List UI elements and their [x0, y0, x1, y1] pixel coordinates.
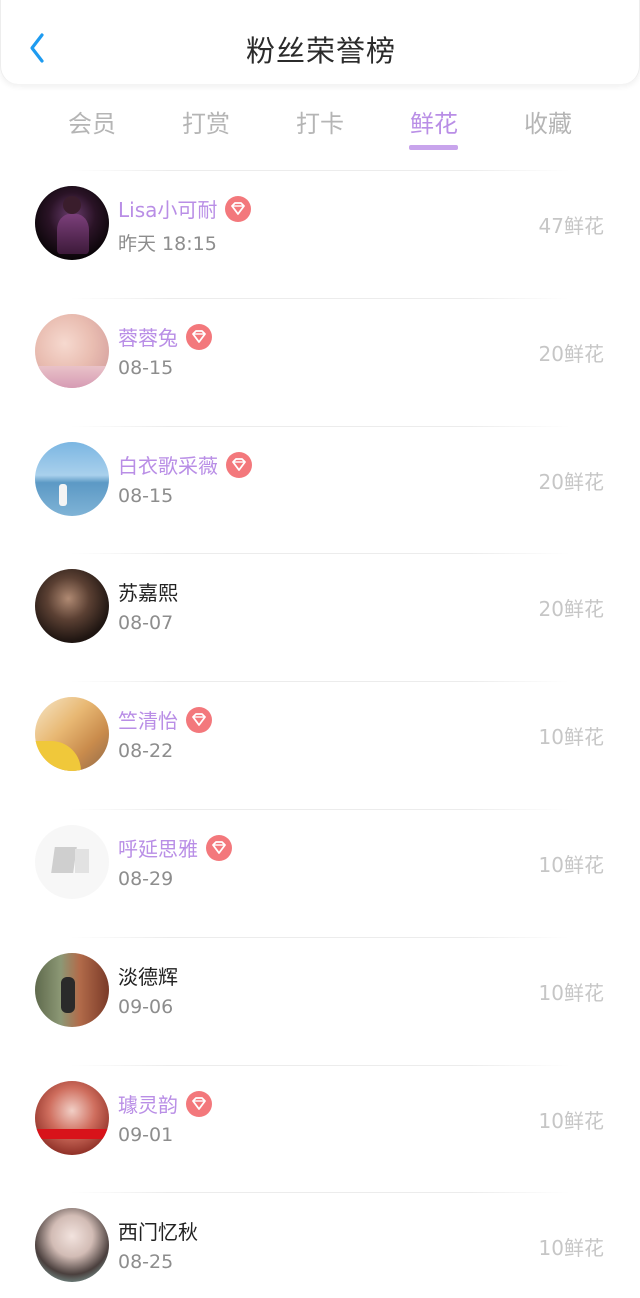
divider [70, 681, 570, 683]
list-item[interactable]: Lisa小可耐 昨天 18:15 47鲜花 [0, 170, 640, 298]
flower-count: 10鲜花 [538, 852, 604, 877]
list-item[interactable]: 竺清怡 08-22 10鲜花 [0, 681, 640, 809]
fan-name[interactable]: Lisa小可耐 [118, 198, 217, 222]
divider [70, 1064, 570, 1066]
vip-diamond-badge [206, 834, 232, 861]
avatar[interactable] [35, 952, 109, 1027]
name-line: 苏嘉熙 [118, 579, 178, 607]
tab-flowers[interactable]: 鲜花 [379, 104, 489, 139]
diamond-icon [231, 202, 246, 215]
flower-count: 10鲜花 [538, 980, 604, 1005]
list-item[interactable]: 淡德辉 09-06 10鲜花 [0, 936, 640, 1065]
flower-count: 20鲜花 [538, 469, 604, 494]
avatar[interactable] [35, 697, 109, 772]
tab-favorites[interactable]: 收藏 [493, 104, 603, 139]
list-item[interactable]: 苏嘉熙 08-07 20鲜花 [0, 553, 640, 681]
fan-date: 08-15 [118, 484, 174, 507]
tab-tip[interactable]: 打赏 [151, 104, 261, 139]
fan-name[interactable]: 淡德辉 [118, 965, 178, 989]
avatar[interactable] [35, 441, 109, 516]
name-line: Lisa小可耐 [118, 196, 252, 224]
avatar[interactable] [35, 569, 109, 644]
fan-date: 08-15 [118, 356, 174, 379]
name-line: 蓉蓉兔 [118, 323, 212, 352]
divider [70, 297, 570, 299]
fan-name[interactable]: 蓉蓉兔 [118, 326, 178, 350]
avatar[interactable] [35, 186, 109, 260]
flower-count: 20鲜花 [538, 341, 604, 366]
diamond-icon [192, 713, 206, 727]
tab-bar: 会员 打赏 打卡 鲜花 收藏 [0, 100, 640, 160]
list-item[interactable]: 蓉蓉兔 08-15 20鲜花 [0, 297, 640, 426]
name-line: 璩灵韵 [118, 1090, 212, 1119]
avatar[interactable] [35, 1080, 109, 1155]
fan-date: 08-07 [118, 612, 174, 635]
flower-count: 10鲜花 [538, 1108, 604, 1133]
fan-name[interactable]: 白衣歌采薇 [118, 454, 218, 478]
divider [70, 936, 570, 938]
active-tab-indicator [409, 145, 458, 150]
list-item[interactable]: 璩灵韵 09-01 10鲜花 [0, 1064, 640, 1193]
top-nav-bar: 粉丝荣誉榜 [0, 0, 640, 84]
fan-name[interactable]: 苏嘉熙 [118, 581, 178, 605]
fan-date: 08-29 [118, 867, 174, 890]
vip-diamond-badge [186, 1090, 212, 1117]
fan-list: Lisa小可耐 昨天 18:15 47鲜花 蓉蓉兔 08-15 20鲜花 白衣歌 [0, 170, 640, 1298]
fan-name[interactable]: 竺清怡 [118, 709, 178, 733]
name-line: 淡德辉 [118, 963, 178, 991]
vip-diamond-badge [186, 707, 212, 734]
list-item[interactable]: 白衣歌采薇 08-15 20鲜花 [0, 425, 640, 554]
vip-diamond-badge [225, 196, 252, 222]
vip-diamond-badge [226, 451, 252, 478]
avatar[interactable] [35, 824, 109, 899]
name-line: 白衣歌采薇 [118, 451, 252, 480]
divider [70, 170, 570, 171]
avatar[interactable] [35, 313, 109, 388]
fan-date: 昨天 18:15 [118, 233, 217, 255]
diamond-icon [232, 457, 246, 471]
divider [70, 553, 570, 555]
fan-date: 09-06 [118, 995, 174, 1018]
fan-date: 09-01 [118, 1123, 174, 1146]
avatar[interactable] [35, 1208, 109, 1283]
name-line: 西门忆秋 [118, 1218, 198, 1246]
flower-count: 47鲜花 [538, 214, 604, 238]
page-title: 粉丝荣誉榜 [245, 34, 396, 68]
diamond-icon [192, 1096, 206, 1110]
list-item[interactable]: 西门忆秋 08-25 10鲜花 [0, 1192, 640, 1298]
vip-diamond-badge [186, 323, 212, 350]
list-item[interactable]: 呼延思雅 08-29 10鲜花 [0, 808, 640, 937]
fan-honor-page: 粉丝荣誉榜 会员 打赏 打卡 鲜花 收藏 Lisa小可耐 昨天 18:15 47… [0, 0, 640, 1298]
divider [70, 425, 570, 427]
fan-name[interactable]: 璩灵韵 [118, 1093, 178, 1117]
name-line: 竺清怡 [118, 707, 212, 735]
fan-date: 08-25 [118, 1251, 174, 1274]
diamond-icon [192, 329, 206, 343]
tab-member[interactable]: 会员 [37, 104, 147, 139]
fan-name[interactable]: 呼延思雅 [118, 837, 198, 861]
name-line: 呼延思雅 [118, 834, 232, 863]
fan-name[interactable]: 西门忆秋 [118, 1220, 198, 1244]
flower-count: 20鲜花 [538, 597, 604, 622]
divider [70, 1192, 570, 1194]
diamond-icon [212, 841, 226, 854]
flower-count: 10鲜花 [538, 725, 604, 750]
flower-count: 10鲜花 [538, 1236, 604, 1261]
tab-checkin[interactable]: 打卡 [265, 104, 375, 139]
fan-date: 08-22 [118, 740, 174, 763]
divider [70, 808, 570, 810]
